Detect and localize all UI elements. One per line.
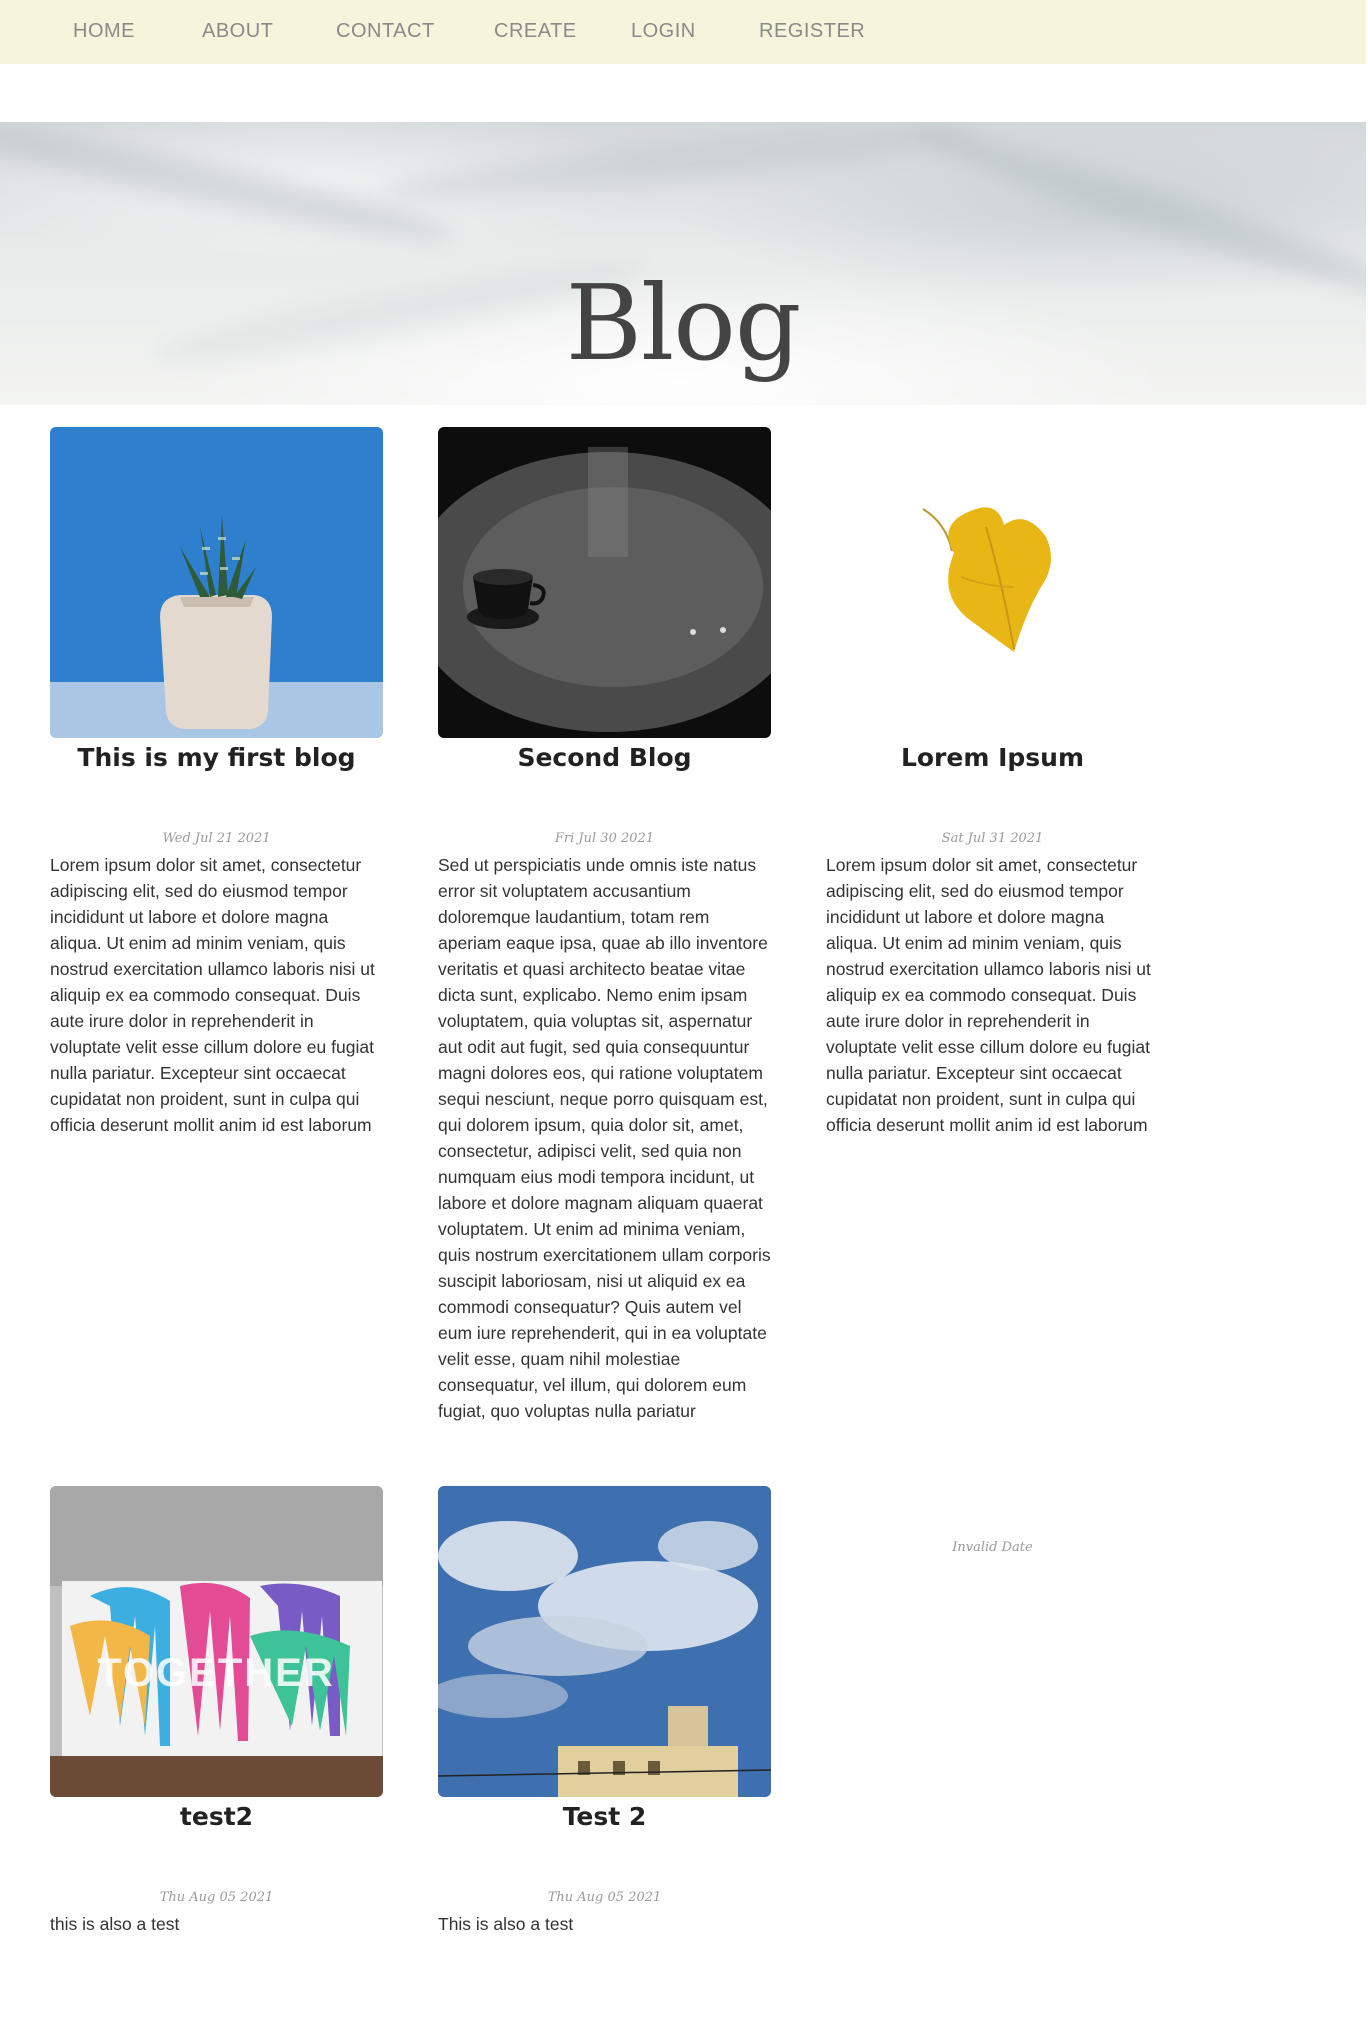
- post-date: Thu Aug 05 2021: [547, 1890, 662, 1905]
- post-image-coffee-cup[interactable]: [438, 427, 771, 738]
- post-date: Invalid Date: [952, 1540, 1033, 1555]
- nav-link-register[interactable]: REGISTER: [759, 20, 865, 43]
- nav-link-create[interactable]: CREATE: [494, 20, 577, 43]
- post-body: Sed ut perspiciatis unde omnis iste natu…: [438, 855, 771, 1421]
- post-title[interactable]: Second Blog: [438, 743, 771, 772]
- nav-link-home[interactable]: HOME: [73, 20, 135, 43]
- nav-link-about[interactable]: ABOUT: [202, 20, 273, 43]
- post-body: this is also a test: [50, 1914, 180, 1934]
- post-body: Lorem ipsum dolor sit amet, consectetur …: [50, 855, 375, 1135]
- post-title[interactable]: test2: [50, 1802, 383, 1831]
- post-date: Thu Aug 05 2021: [159, 1890, 274, 1905]
- nav-link-contact[interactable]: CONTACT: [336, 20, 435, 43]
- post-date: Wed Jul 21 2021: [162, 831, 271, 846]
- together-text: TOGETHER: [97, 1651, 335, 1695]
- post-date: Sat Jul 31 2021: [941, 831, 1044, 846]
- post-title[interactable]: This is my first blog: [50, 743, 383, 772]
- post-image-succulent[interactable]: [50, 427, 383, 738]
- post-image-cloudy-sky[interactable]: [438, 1486, 771, 1797]
- page-title: Blog: [565, 262, 802, 384]
- post-body: Lorem ipsum dolor sit amet, consectetur …: [826, 855, 1151, 1135]
- post-title[interactable]: Lorem Ipsum: [826, 743, 1159, 772]
- top-navbar: HOME ABOUT CONTACT CREATE LOGIN REGISTER: [0, 0, 1366, 64]
- nav-link-login[interactable]: LOGIN: [631, 20, 696, 43]
- post-date: Fri Jul 30 2021: [554, 831, 655, 846]
- post-body: This is also a test: [438, 1914, 574, 1934]
- post-title[interactable]: Test 2: [438, 1802, 771, 1831]
- post-image-graffiti-wall[interactable]: TOGETHER: [50, 1486, 383, 1797]
- post-image-yellow-leaf[interactable]: [826, 427, 1159, 738]
